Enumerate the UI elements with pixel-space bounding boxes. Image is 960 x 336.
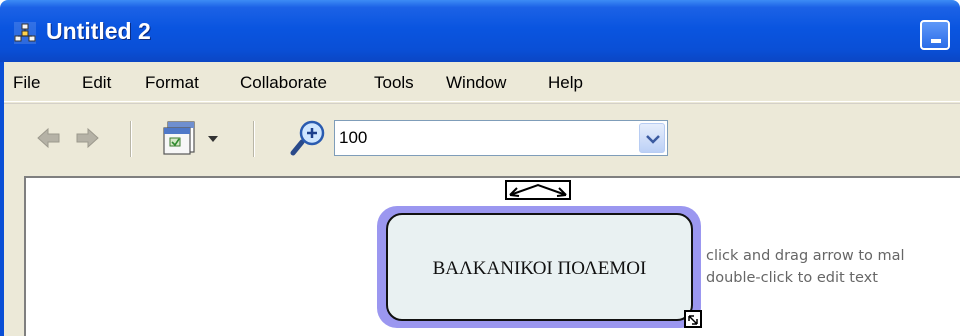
menu-tools[interactable]: Tools: [374, 73, 414, 93]
toolbar-separator: [253, 121, 254, 157]
minimize-icon: [931, 39, 941, 43]
double-arrow-icon: [509, 183, 567, 197]
zoom-value: 100: [339, 128, 368, 147]
zoom-dropdown-button[interactable]: [639, 123, 665, 153]
toolbar-separator: [130, 121, 131, 157]
node-label[interactable]: ΒΑΛΚΑΝΙΚΟΙ ΠΟΛΕΜΟΙ: [386, 258, 693, 280]
menu-file[interactable]: File: [13, 73, 40, 93]
zoom-in-icon[interactable]: [290, 120, 328, 156]
hint-text-edit: double-click to edit text: [706, 270, 878, 286]
window-title: Untitled 2: [46, 18, 151, 44]
menu-help[interactable]: Help: [548, 73, 583, 93]
forward-arrow-icon[interactable]: [74, 126, 100, 150]
menu-collaborate[interactable]: Collaborate: [240, 73, 327, 93]
resize-handle[interactable]: [684, 310, 702, 328]
back-arrow-icon[interactable]: [36, 126, 62, 150]
menu-format[interactable]: Format: [145, 73, 199, 93]
connector-handle[interactable]: [505, 180, 571, 200]
hint-text-drag: click and drag arrow to mal: [706, 248, 905, 264]
minimize-button[interactable]: [920, 20, 950, 50]
mindmap-app-icon: [14, 22, 36, 44]
menu-edit[interactable]: Edit: [82, 73, 111, 93]
view-options-icon[interactable]: [162, 120, 226, 156]
title-bar: Untitled 2: [0, 0, 960, 62]
resize-arrow-icon: [688, 315, 698, 325]
chevron-down-icon: [646, 135, 660, 144]
zoom-input[interactable]: 100: [334, 120, 668, 156]
menu-window[interactable]: Window: [446, 73, 506, 93]
